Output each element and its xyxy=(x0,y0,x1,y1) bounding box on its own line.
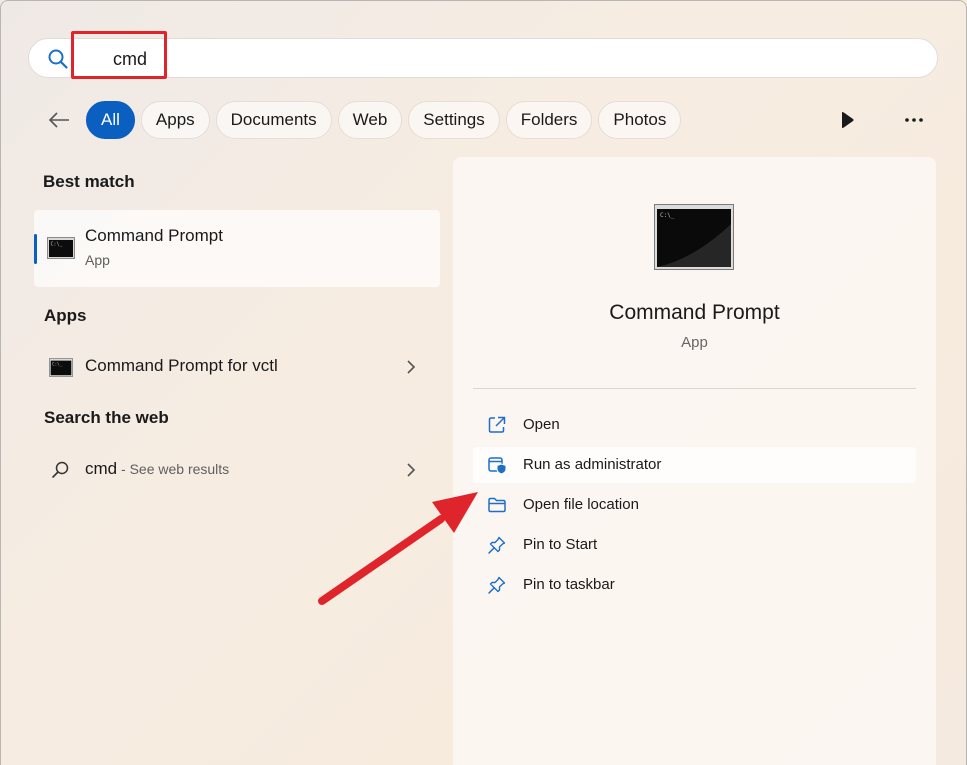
app-result-label: Command Prompt for vctl xyxy=(85,356,278,375)
play-triangle-icon xyxy=(842,112,854,128)
filter-chip-photos[interactable]: Photos xyxy=(598,101,682,139)
search-input[interactable] xyxy=(113,47,513,71)
chevron-right-icon xyxy=(407,360,416,374)
action-pin-to-taskbar[interactable]: Pin to taskbar xyxy=(473,567,916,603)
action-pin-to-start-label: Pin to Start xyxy=(523,536,598,553)
filter-chip-web[interactable]: Web xyxy=(337,101,403,139)
svg-text:C:\_: C:\_ xyxy=(52,361,63,367)
more-dots-icon xyxy=(905,118,923,122)
action-run-as-administrator[interactable]: Run as administrator xyxy=(473,447,916,483)
pin-icon xyxy=(488,536,506,554)
preview-panel: C:\_ Command Prompt App Open Run as admi… xyxy=(453,157,936,765)
open-external-icon xyxy=(488,416,506,433)
search-icon xyxy=(52,461,69,478)
more-options-button[interactable] xyxy=(898,108,930,132)
svg-text:C:\_: C:\_ xyxy=(660,212,675,219)
best-match-subtitle: App xyxy=(85,252,110,268)
back-button[interactable] xyxy=(44,106,74,134)
action-open-label: Open xyxy=(523,416,560,433)
command-prompt-icon: C:\_ xyxy=(49,358,73,377)
chevron-right-icon xyxy=(407,463,416,477)
back-arrow-icon xyxy=(48,112,69,128)
action-pin-to-start[interactable]: Pin to Start xyxy=(473,527,916,563)
filter-chip-folders[interactable]: Folders xyxy=(505,101,593,139)
filter-chip-apps[interactable]: Apps xyxy=(140,101,210,139)
pin-icon xyxy=(488,576,506,594)
filter-chips: All Apps Documents Web Settings Folders … xyxy=(86,101,682,139)
action-open-file-location-label: Open file location xyxy=(523,496,639,513)
action-open-file-location[interactable]: Open file location xyxy=(473,487,916,523)
filter-chip-settings[interactable]: Settings xyxy=(408,101,500,139)
preview-divider xyxy=(473,388,916,389)
filter-chip-all[interactable]: All xyxy=(86,101,135,139)
app-result-command-prompt-vctl[interactable]: C:\_ Command Prompt for vctl xyxy=(34,347,440,387)
web-result-label: cmd - See web results xyxy=(85,459,229,479)
shield-admin-icon xyxy=(488,457,507,475)
folder-icon xyxy=(488,497,506,513)
search-icon xyxy=(48,49,68,69)
web-query-text: cmd xyxy=(85,459,118,478)
best-match-heading: Best match xyxy=(43,172,135,191)
best-match-title: Command Prompt xyxy=(85,226,223,245)
filter-chip-documents[interactable]: Documents xyxy=(215,101,332,139)
scroll-filters-button[interactable] xyxy=(834,108,860,132)
best-match-result[interactable]: C:\_ Command Prompt App xyxy=(34,210,440,287)
command-prompt-large-icon: C:\_ xyxy=(654,204,734,270)
web-results-hint: - See web results xyxy=(117,461,230,477)
action-open[interactable]: Open xyxy=(473,407,916,443)
preview-title: Command Prompt xyxy=(609,301,780,324)
preview-subtitle: App xyxy=(681,334,708,351)
web-result-cmd[interactable]: cmd - See web results xyxy=(34,450,440,490)
search-bar[interactable] xyxy=(28,38,938,78)
command-prompt-icon: C:\_ xyxy=(47,237,75,259)
action-pin-to-taskbar-label: Pin to taskbar xyxy=(523,576,615,593)
action-run-as-administrator-label: Run as administrator xyxy=(523,456,662,473)
search-web-heading: Search the web xyxy=(44,408,169,427)
selection-indicator xyxy=(34,234,37,264)
apps-heading: Apps xyxy=(44,306,87,325)
svg-text:C:\_: C:\_ xyxy=(51,242,64,248)
